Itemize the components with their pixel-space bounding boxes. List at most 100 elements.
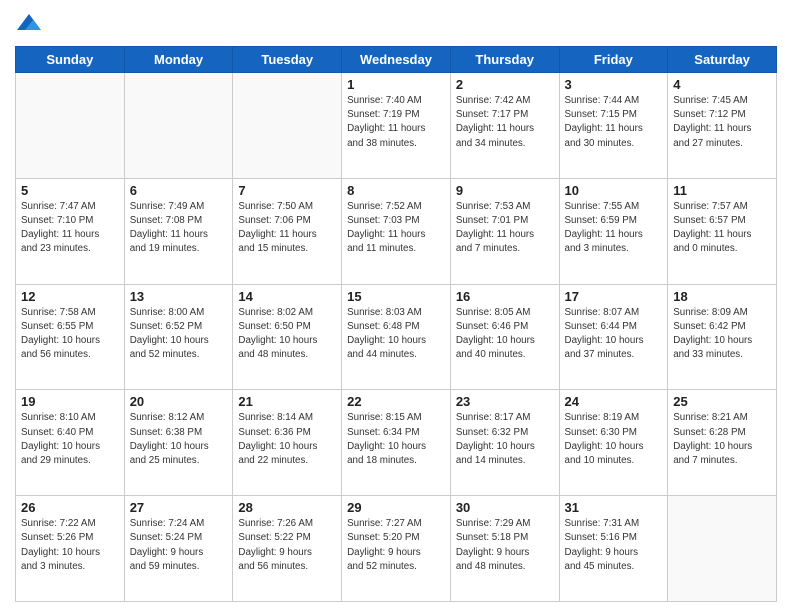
calendar-cell: 6 Sunrise: 7:49 AM Sunset: 7:08 PM Daylig… [124, 178, 233, 284]
calendar-cell [124, 73, 233, 179]
day-info: Sunrise: 7:55 AM Sunset: 6:59 PM Dayligh… [565, 200, 663, 257]
day-number: 14 [238, 289, 336, 304]
day-info: Sunrise: 8:03 AM Sunset: 6:48 PM Dayligh… [347, 306, 445, 363]
calendar-cell: 19Sunrise: 8:10 AM Sunset: 6:40 PM Dayli… [16, 390, 125, 496]
calendar-cell: 30 Sunrise: 7:29 AM Sunset: 5:18 PM Dayli… [450, 496, 559, 602]
calendar-cell: 15 Sunrise: 8:03 AM Sunset: 6:48 PM Dayli… [342, 284, 451, 390]
day-number: 9 [456, 183, 554, 198]
calendar-week-row: 1Sunrise: 7:40 AM Sunset: 7:19 PM Daylig… [16, 73, 777, 179]
day-info: Sunrise: 7:52 AM Sunset: 7:03 PM Dayligh… [347, 200, 445, 257]
calendar-cell: 25 Sunrise: 8:21 AM Sunset: 6:28 PM Dayli… [668, 390, 777, 496]
day-info: Sunrise: 8:05 AM Sunset: 6:46 PM Dayligh… [456, 306, 554, 363]
day-number: 16 [456, 289, 554, 304]
day-info: Sunrise: 8:14 AM Sunset: 6:36 PM Dayligh… [238, 411, 336, 468]
day-info: Sunrise: 7:26 AM Sunset: 5:22 PM Dayligh… [238, 517, 336, 574]
calendar-cell: 16 Sunrise: 8:05 AM Sunset: 6:46 PM Dayli… [450, 284, 559, 390]
day-number: 13 [130, 289, 228, 304]
day-info: Sunrise: 8:00 AM Sunset: 6:52 PM Dayligh… [130, 306, 228, 363]
calendar-cell: 5 Sunrise: 7:47 AM Sunset: 7:10 PM Daylig… [16, 178, 125, 284]
day-number: 26 [21, 500, 119, 515]
calendar-table: SundayMondayTuesdayWednesdayThursdayFrid… [15, 46, 777, 602]
day-info: Sunrise: 8:17 AM Sunset: 6:32 PM Dayligh… [456, 411, 554, 468]
calendar-cell: 23 Sunrise: 8:17 AM Sunset: 6:32 PM Dayli… [450, 390, 559, 496]
day-info: Sunrise: 7:31 AM Sunset: 5:16 PM Dayligh… [565, 517, 663, 574]
day-info: Sunrise: 7:57 AM Sunset: 6:57 PM Dayligh… [673, 200, 771, 257]
day-number: 6 [130, 183, 228, 198]
day-number: 8 [347, 183, 445, 198]
day-number: 20 [130, 394, 228, 409]
calendar-cell: 20 Sunrise: 8:12 AM Sunset: 6:38 PM Dayli… [124, 390, 233, 496]
day-number: 25 [673, 394, 771, 409]
day-info: Sunrise: 8:21 AM Sunset: 6:28 PM Dayligh… [673, 411, 771, 468]
day-number: 2 [456, 77, 554, 92]
day-number: 30 [456, 500, 554, 515]
logo-area [15, 10, 47, 38]
day-number: 7 [238, 183, 336, 198]
day-info: Sunrise: 7:49 AM Sunset: 7:08 PM Dayligh… [130, 200, 228, 257]
calendar-cell: 27Sunrise: 7:24 AM Sunset: 5:24 PM Dayli… [124, 496, 233, 602]
day-number: 23 [456, 394, 554, 409]
day-number: 28 [238, 500, 336, 515]
day-number: 19 [21, 394, 119, 409]
day-info: Sunrise: 7:53 AM Sunset: 7:01 PM Dayligh… [456, 200, 554, 257]
day-number: 22 [347, 394, 445, 409]
day-number: 3 [565, 77, 663, 92]
calendar-cell: 14 Sunrise: 8:02 AM Sunset: 6:50 PM Dayli… [233, 284, 342, 390]
day-info: Sunrise: 7:22 AM Sunset: 5:26 PM Dayligh… [21, 517, 119, 574]
calendar-cell: 11 Sunrise: 7:57 AM Sunset: 6:57 PM Dayli… [668, 178, 777, 284]
calendar-cell: 12Sunrise: 7:58 AM Sunset: 6:55 PM Dayli… [16, 284, 125, 390]
calendar-cell: 18 Sunrise: 8:09 AM Sunset: 6:42 PM Dayli… [668, 284, 777, 390]
day-info: Sunrise: 7:47 AM Sunset: 7:10 PM Dayligh… [21, 200, 119, 257]
calendar-cell: 31 Sunrise: 7:31 AM Sunset: 5:16 PM Dayli… [559, 496, 668, 602]
day-number: 31 [565, 500, 663, 515]
calendar-week-row: 19Sunrise: 8:10 AM Sunset: 6:40 PM Dayli… [16, 390, 777, 496]
calendar-cell [16, 73, 125, 179]
calendar-day-header: Wednesday [342, 47, 451, 73]
day-info: Sunrise: 8:09 AM Sunset: 6:42 PM Dayligh… [673, 306, 771, 363]
day-number: 11 [673, 183, 771, 198]
day-info: Sunrise: 8:12 AM Sunset: 6:38 PM Dayligh… [130, 411, 228, 468]
calendar-cell: 22 Sunrise: 8:15 AM Sunset: 6:34 PM Dayli… [342, 390, 451, 496]
calendar-day-header: Sunday [16, 47, 125, 73]
day-number: 15 [347, 289, 445, 304]
day-info: Sunrise: 8:19 AM Sunset: 6:30 PM Dayligh… [565, 411, 663, 468]
calendar-cell [668, 496, 777, 602]
logo-icon [15, 10, 43, 38]
calendar-week-row: 5 Sunrise: 7:47 AM Sunset: 7:10 PM Daylig… [16, 178, 777, 284]
day-number: 24 [565, 394, 663, 409]
calendar-cell: 2 Sunrise: 7:42 AM Sunset: 7:17 PM Daylig… [450, 73, 559, 179]
day-number: 10 [565, 183, 663, 198]
day-info: Sunrise: 8:07 AM Sunset: 6:44 PM Dayligh… [565, 306, 663, 363]
day-number: 4 [673, 77, 771, 92]
day-number: 17 [565, 289, 663, 304]
calendar-cell: 3Sunrise: 7:44 AM Sunset: 7:15 PM Daylig… [559, 73, 668, 179]
calendar-day-header: Friday [559, 47, 668, 73]
calendar-cell: 24 Sunrise: 8:19 AM Sunset: 6:30 PM Dayli… [559, 390, 668, 496]
day-info: Sunrise: 8:15 AM Sunset: 6:34 PM Dayligh… [347, 411, 445, 468]
calendar-cell: 1Sunrise: 7:40 AM Sunset: 7:19 PM Daylig… [342, 73, 451, 179]
calendar-cell [233, 73, 342, 179]
day-info: Sunrise: 7:50 AM Sunset: 7:06 PM Dayligh… [238, 200, 336, 257]
calendar-header-row: SundayMondayTuesdayWednesdayThursdayFrid… [16, 47, 777, 73]
day-info: Sunrise: 7:24 AM Sunset: 5:24 PM Dayligh… [130, 517, 228, 574]
calendar-week-row: 26 Sunrise: 7:22 AM Sunset: 5:26 PM Dayli… [16, 496, 777, 602]
calendar-cell: 28 Sunrise: 7:26 AM Sunset: 5:22 PM Dayli… [233, 496, 342, 602]
day-number: 29 [347, 500, 445, 515]
day-number: 5 [21, 183, 119, 198]
calendar-cell: 8 Sunrise: 7:52 AM Sunset: 7:03 PM Daylig… [342, 178, 451, 284]
day-info: Sunrise: 7:27 AM Sunset: 5:20 PM Dayligh… [347, 517, 445, 574]
day-number: 21 [238, 394, 336, 409]
calendar-cell: 17 Sunrise: 8:07 AM Sunset: 6:44 PM Dayli… [559, 284, 668, 390]
day-info: Sunrise: 7:29 AM Sunset: 5:18 PM Dayligh… [456, 517, 554, 574]
day-info: Sunrise: 8:02 AM Sunset: 6:50 PM Dayligh… [238, 306, 336, 363]
day-info: Sunrise: 7:42 AM Sunset: 7:17 PM Dayligh… [456, 94, 554, 151]
day-number: 12 [21, 289, 119, 304]
calendar-cell: 7 Sunrise: 7:50 AM Sunset: 7:06 PM Daylig… [233, 178, 342, 284]
calendar-cell: 9 Sunrise: 7:53 AM Sunset: 7:01 PM Daylig… [450, 178, 559, 284]
calendar-cell: 21 Sunrise: 8:14 AM Sunset: 6:36 PM Dayli… [233, 390, 342, 496]
calendar-day-header: Monday [124, 47, 233, 73]
day-number: 18 [673, 289, 771, 304]
calendar-day-header: Tuesday [233, 47, 342, 73]
day-info: Sunrise: 7:40 AM Sunset: 7:19 PM Dayligh… [347, 94, 445, 151]
calendar-week-row: 12Sunrise: 7:58 AM Sunset: 6:55 PM Dayli… [16, 284, 777, 390]
